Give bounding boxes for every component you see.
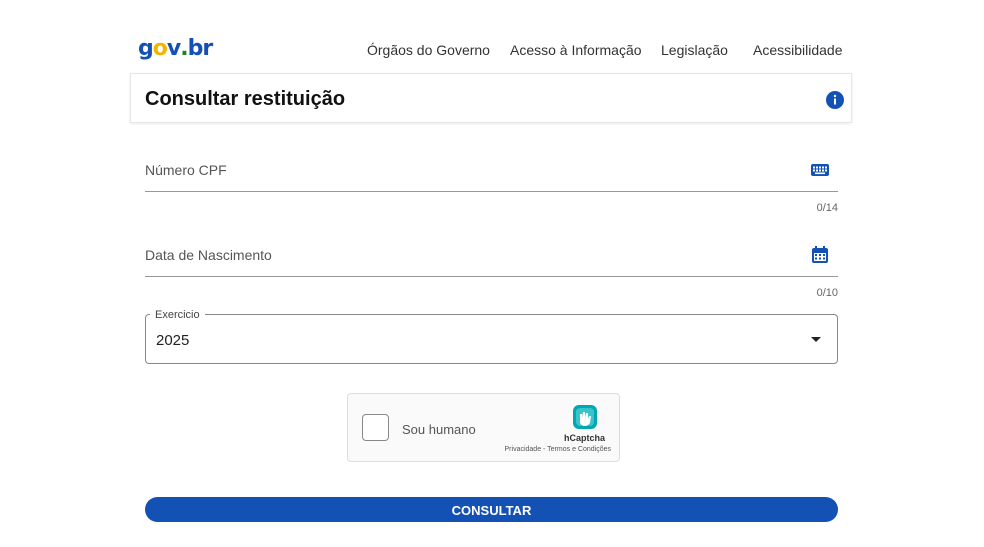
logo-dot: . [180,36,188,61]
nav-legislacao[interactable]: Legislação [661,42,728,58]
hcaptcha-logo-icon [573,405,597,429]
logo-v: v [166,36,181,61]
govbr-logo[interactable]: gov.br [138,36,214,61]
hcaptcha-links[interactable]: Privacidade - Termos e Condições [505,446,611,453]
nav-orgaos-do-governo[interactable]: Órgãos do Governo [367,42,490,58]
hcaptcha-widget: Sou humano hCaptcha Privacidade - Termos… [347,393,620,462]
birth-date-label: Data de Nascimento [145,247,272,263]
consultar-button[interactable]: CONSULTAR [145,497,838,522]
captcha-checkbox[interactable] [362,414,389,441]
cpf-field[interactable]: Número CPF 0/14 [145,150,838,220]
birth-date-counter: 0/10 [816,287,838,299]
cpf-underline [145,191,838,192]
cpf-label: Número CPF [145,162,227,178]
nav-acessibilidade[interactable]: Acessibilidade [753,42,843,58]
cpf-counter: 0/14 [816,202,838,214]
birth-date-underline [145,276,838,277]
exercicio-value: 2025 [156,332,190,349]
logo-br: br [187,36,214,61]
info-icon[interactable] [826,91,844,109]
exercicio-legend: Exercicio [150,309,205,321]
title-card: Consultar restituição [130,73,852,123]
exercicio-select[interactable]: 2025 [145,314,838,364]
birth-date-field[interactable]: Data de Nascimento 0/10 [145,235,838,305]
caret-down-icon[interactable] [811,337,821,342]
logo-o: o [152,36,168,61]
logo-g: g [138,36,154,61]
page-title: Consultar restituição [145,88,346,110]
calendar-icon[interactable] [810,245,830,265]
nav-acesso-a-informacao[interactable]: Acesso à Informação [510,42,642,58]
captcha-label: Sou humano [402,422,476,437]
hcaptcha-brand: hCaptcha [564,433,606,443]
keyboard-icon[interactable] [810,160,830,180]
